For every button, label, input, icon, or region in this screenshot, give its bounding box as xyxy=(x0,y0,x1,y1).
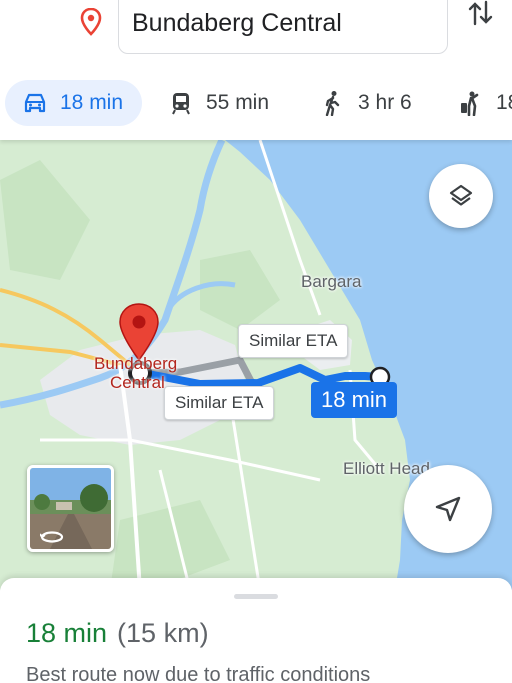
alt-route-eta-1[interactable]: Similar ETA xyxy=(238,324,349,358)
directions-header: Bundaberg Central 18 min 55 min 3 hr 6 1 xyxy=(0,0,512,140)
sheet-drag-handle[interactable] xyxy=(234,594,278,599)
destination-input[interactable]: Bundaberg Central xyxy=(118,0,448,54)
main-route-eta[interactable]: 18 min xyxy=(311,382,398,418)
360-rotate-icon xyxy=(40,531,64,543)
street-view-thumbnail[interactable] xyxy=(27,465,114,552)
start-navigation-button[interactable] xyxy=(404,465,492,553)
transit-time: 55 min xyxy=(206,91,270,114)
alt-route-eta-2[interactable]: Similar ETA xyxy=(164,386,275,420)
drive-time: 18 min xyxy=(60,91,124,114)
layers-button[interactable] xyxy=(429,164,493,228)
navigation-arrow-icon xyxy=(435,496,461,522)
ride-hail-icon xyxy=(461,91,479,116)
tab-drive[interactable]: 18 min xyxy=(5,80,142,126)
layers-icon xyxy=(449,184,473,206)
ride-time: 18 xyxy=(496,91,512,114)
tab-ride-hailing[interactable]: 18 xyxy=(458,80,512,126)
route-summary: 18 min (15 km) xyxy=(26,618,209,649)
destination-pin-icon xyxy=(80,8,102,36)
map-view[interactable]: Bundaberg Central Bargara Elliott Head S… xyxy=(0,140,512,590)
swap-directions-icon[interactable] xyxy=(466,0,496,30)
tab-transit[interactable]: 55 min xyxy=(168,80,269,126)
walk-icon xyxy=(325,91,340,116)
car-icon xyxy=(24,93,46,113)
train-icon xyxy=(172,93,190,115)
travel-mode-tabs: 18 min 55 min 3 hr 6 18 xyxy=(0,80,512,128)
route-time: 18 min xyxy=(26,618,108,648)
route-distance: (15 km) xyxy=(117,618,209,648)
label-bargara: Bargara xyxy=(301,272,362,291)
route-summary-sheet[interactable]: 18 min (15 km) Best route now due to traf… xyxy=(0,578,512,683)
tab-walk[interactable]: 3 hr 6 xyxy=(320,80,412,126)
walk-time: 3 hr 6 xyxy=(358,91,412,114)
route-reason: Best route now due to traffic conditions xyxy=(26,664,371,683)
